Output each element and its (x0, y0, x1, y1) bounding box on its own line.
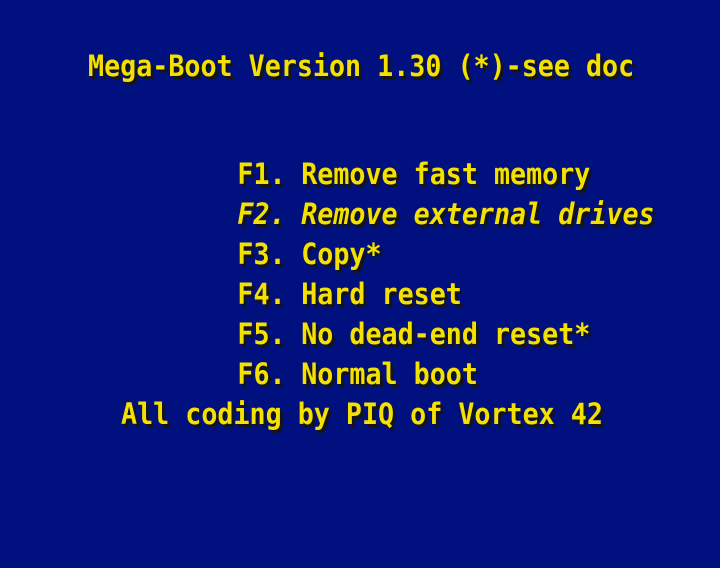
boot-screen: Mega-Boot Version 1.30 (*)-see doc F1. Re… (0, 0, 720, 568)
menu-label-f6: Normal boot (301, 357, 478, 391)
credit-line: All coding by PIQ of Vortex 42 (121, 397, 603, 431)
menu-key-f6: F6. (237, 357, 286, 391)
boot-title: Mega-Boot Version 1.30 (*)-see doc (88, 49, 635, 83)
